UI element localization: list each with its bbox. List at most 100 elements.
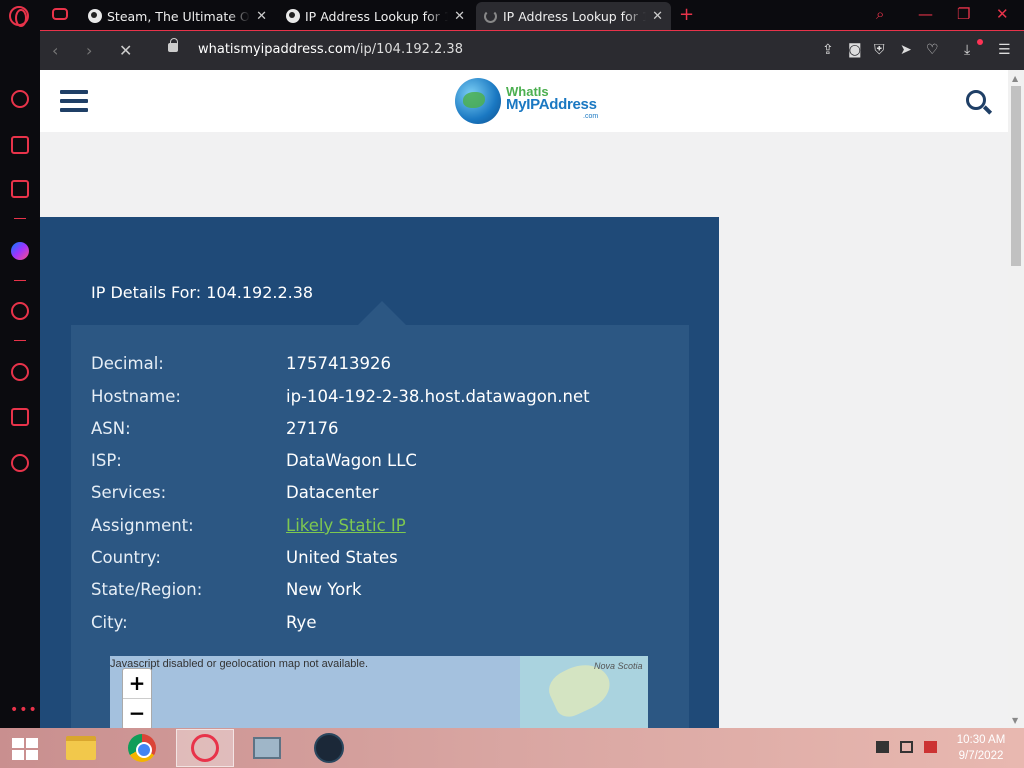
tab-title: IP Address Lookup for 104.: [503, 8, 647, 24]
url-host: whatismyipaddress.com: [198, 42, 356, 57]
tab-ip-lookup-2[interactable]: IP Address Lookup for 104. ✕: [476, 2, 671, 30]
detail-label: ASN:: [91, 419, 131, 438]
windows-start-icon[interactable]: [12, 738, 38, 760]
page-scrollbar[interactable]: ▲ ▼: [1008, 70, 1024, 728]
more-options-icon[interactable]: •••: [10, 702, 38, 718]
easy-setup-icon[interactable]: ☰: [998, 42, 1011, 58]
close-window-icon[interactable]: ✕: [996, 5, 1009, 23]
detail-row-services: Services: Datacenter: [91, 483, 671, 505]
detail-row-asn: ASN: 27176: [91, 419, 671, 441]
sidebar-divider: [14, 340, 26, 341]
logo-text-line3: .com: [583, 113, 599, 120]
assignment-link[interactable]: Likely Static IP: [286, 516, 406, 535]
tab-close-icon[interactable]: ✕: [652, 9, 663, 24]
restore-icon[interactable]: ❐: [957, 5, 970, 23]
address-bar: ‹ › ✕ whatismyipaddress.com/ip/104.192.2…: [40, 30, 1024, 70]
share-icon[interactable]: ⇪: [822, 42, 834, 58]
volume-muted-icon[interactable]: [876, 741, 889, 753]
resource-monitor-icon[interactable]: [238, 729, 296, 767]
detail-value: DataWagon LLC: [286, 451, 417, 470]
detail-row-decimal: Decimal: 1757413926: [91, 354, 671, 376]
scroll-up-icon[interactable]: ▲: [1012, 74, 1018, 83]
detail-label: Hostname:: [91, 387, 181, 406]
search-icon[interactable]: [966, 90, 986, 110]
map-place-label: Nova Scotia: [594, 661, 643, 671]
detail-value: United States: [286, 548, 398, 567]
ip-details-heading: IP Details For: 104.192.2.38: [91, 283, 314, 302]
zoom-out-button[interactable]: −: [123, 699, 151, 728]
sidebar-divider: [14, 280, 26, 281]
detail-label: Services:: [91, 483, 167, 502]
detail-row-city: City: Rye: [91, 613, 671, 635]
chrome-icon[interactable]: [113, 729, 171, 767]
tab-ip-lookup-1[interactable]: IP Address Lookup for 104. ✕: [278, 2, 473, 30]
opera-menu-icon[interactable]: [9, 6, 29, 27]
network-icon[interactable]: [900, 741, 913, 753]
steam-icon[interactable]: [300, 729, 358, 767]
logo-text-line2: MyIPAddress: [506, 96, 597, 113]
browser-tab-strip: Steam, The Ultimate Online ✕ IP Address …: [0, 0, 1024, 30]
opera-sidebar: •••: [0, 30, 40, 728]
sidebar-divider: [14, 218, 26, 219]
globe-icon: [286, 9, 300, 23]
tab-close-icon[interactable]: ✕: [256, 9, 267, 24]
camera-icon[interactable]: ◙: [848, 42, 862, 58]
detail-label: Assignment:: [91, 516, 194, 535]
messenger-icon[interactable]: [11, 242, 29, 260]
send-icon[interactable]: ➤: [900, 42, 912, 58]
workspace-icon[interactable]: [11, 136, 29, 154]
web-page: WhatIs MyIPAddress .com IP Details For: …: [40, 70, 1008, 728]
screen: Steam, The Ultimate Online ✕ IP Address …: [0, 0, 1024, 768]
detail-value: New York: [286, 580, 362, 599]
loading-spinner-icon: [484, 9, 497, 23]
minimize-icon[interactable]: —: [918, 5, 933, 23]
tab-steam[interactable]: Steam, The Ultimate Online ✕: [80, 2, 275, 30]
map-zoom-control: + −: [122, 668, 152, 728]
hamburger-menu-icon[interactable]: [60, 90, 88, 112]
map-tiles: Nova Scotia: [520, 656, 648, 728]
globe-icon: [88, 9, 102, 23]
tab-title: Steam, The Ultimate Online: [107, 8, 250, 24]
ip-details-panel: IP Details For: 104.192.2.38 Decimal: 17…: [40, 217, 719, 728]
lock-icon[interactable]: [168, 38, 178, 52]
download-icon[interactable]: ⤓: [964, 42, 970, 58]
detail-label: ISP:: [91, 451, 122, 470]
extensions-icon[interactable]: [11, 408, 29, 426]
detail-label: State/Region:: [91, 580, 203, 599]
forward-icon[interactable]: ›: [86, 41, 92, 60]
new-tab-icon[interactable]: +: [679, 4, 694, 25]
scroll-thumb[interactable]: [1011, 86, 1021, 266]
site-logo[interactable]: WhatIs MyIPAddress .com: [455, 76, 605, 126]
windows-taskbar: 10:30 AM 9/7/2022: [0, 728, 1024, 768]
zoom-in-button[interactable]: +: [123, 669, 151, 699]
gamepad-icon[interactable]: [52, 8, 68, 20]
tab-close-icon[interactable]: ✕: [454, 9, 465, 24]
opera-taskbar-icon[interactable]: [176, 729, 234, 767]
panel-notch: [358, 301, 406, 325]
scroll-down-icon[interactable]: ▼: [1012, 716, 1018, 725]
detail-row-assignment: Assignment: Likely Static IP: [91, 516, 671, 538]
detail-value: 27176: [286, 419, 339, 438]
tab-search-icon[interactable]: ⌕: [876, 5, 884, 23]
history-icon[interactable]: [11, 363, 29, 381]
clock-time: 10:30 AM: [956, 734, 1006, 746]
action-center-icon[interactable]: [924, 741, 937, 753]
heart-icon[interactable]: ♡: [926, 42, 939, 58]
detail-label: City:: [91, 613, 128, 632]
tab-title: IP Address Lookup for 104.: [305, 8, 449, 24]
player-icon[interactable]: [11, 302, 29, 320]
settings-gear-icon[interactable]: [11, 454, 29, 472]
stop-loading-icon[interactable]: ✕: [119, 41, 132, 60]
system-clock[interactable]: 10:30 AM 9/7/2022: [948, 732, 1014, 764]
geolocation-map[interactable]: Javascript disabled or geolocation map n…: [110, 656, 648, 728]
detail-value: Datacenter: [286, 483, 379, 502]
file-explorer-icon[interactable]: [52, 729, 110, 767]
back-icon[interactable]: ‹: [52, 41, 58, 60]
download-badge: [977, 39, 983, 45]
twitch-icon[interactable]: [11, 180, 29, 198]
url-field[interactable]: whatismyipaddress.com/ip/104.192.2.38: [198, 42, 463, 57]
speed-dial-icon[interactable]: [11, 90, 29, 108]
adblock-shield-icon[interactable]: ⛨: [874, 42, 885, 58]
detail-row-hostname: Hostname: ip-104-192-2-38.host.datawagon…: [91, 387, 671, 409]
detail-label: Decimal:: [91, 354, 164, 373]
